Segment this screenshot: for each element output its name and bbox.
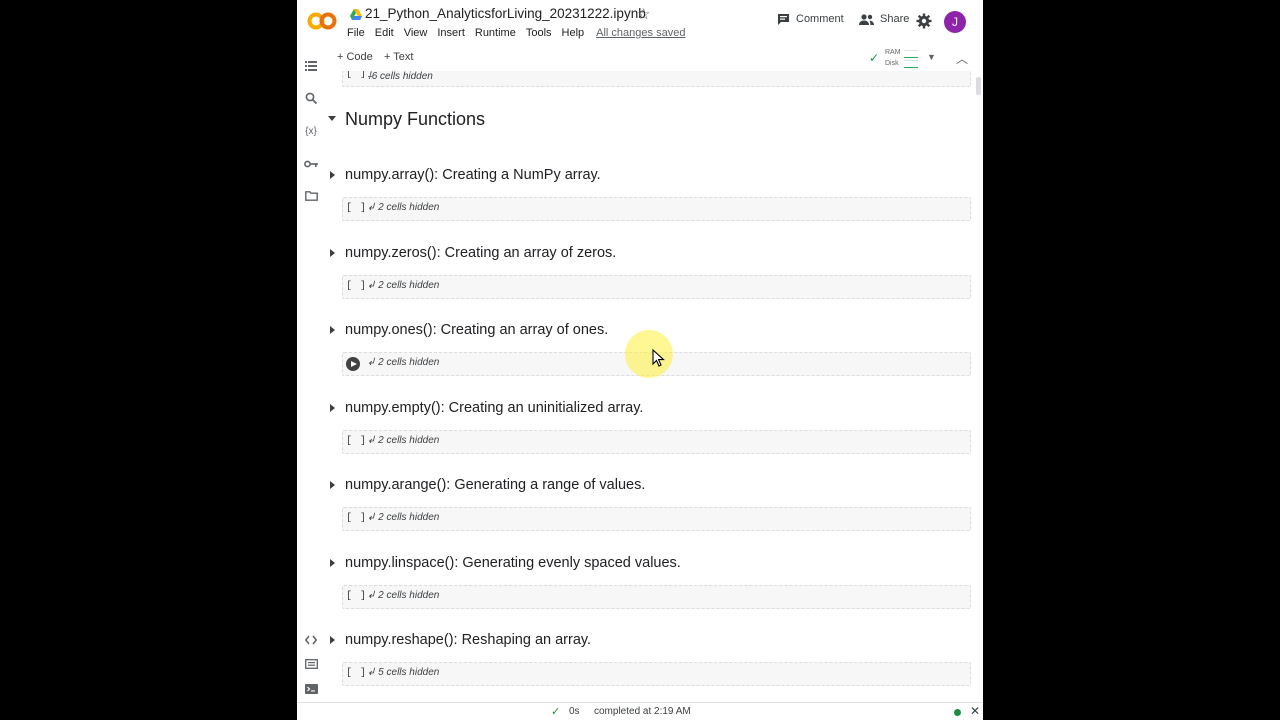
scrollbar-thumb[interactable] bbox=[976, 77, 981, 95]
menu-runtime[interactable]: Runtime bbox=[475, 27, 516, 39]
expand-section-icon[interactable] bbox=[330, 404, 335, 412]
section-heading: numpy.arange(): Generating a range of va… bbox=[345, 477, 646, 493]
hidden-cells-row[interactable]: [ ] ↲ 2 cells hidden bbox=[342, 275, 971, 299]
expand-section-icon[interactable] bbox=[330, 326, 335, 334]
hidden-cells-row[interactable]: [ ] ↲ 2 cells hidden bbox=[342, 197, 971, 221]
expand-section-icon[interactable] bbox=[330, 249, 335, 257]
cell-bracket: [ ] bbox=[346, 71, 368, 80]
cell-bracket: [ ] bbox=[346, 668, 368, 679]
hidden-cells-row[interactable]: [ ] ⸸6 cells hidden bbox=[342, 71, 971, 87]
star-icon[interactable]: ☆ bbox=[637, 5, 650, 23]
collapse-header-icon[interactable]: ︿ bbox=[956, 50, 968, 67]
save-status-link[interactable]: All changes saved bbox=[596, 27, 685, 39]
status-bar: ✓ 0s completed at 2:19 AM ✕ bbox=[297, 702, 983, 720]
comment-icon bbox=[778, 14, 789, 25]
completed-time[interactable]: completed at 2:19 AM bbox=[594, 706, 691, 717]
collapse-section-icon[interactable] bbox=[328, 116, 336, 121]
hidden-cells-label: ↲ 2 cells hidden bbox=[367, 202, 440, 213]
menu-edit[interactable]: Edit bbox=[375, 27, 394, 39]
hidden-cells-row[interactable]: [ ] ↲ 2 cells hidden bbox=[342, 430, 971, 454]
table-of-contents-icon[interactable] bbox=[303, 58, 319, 74]
runtime-dropdown-icon[interactable]: ▼ bbox=[927, 52, 936, 62]
cell-bracket: [ ] bbox=[346, 203, 368, 214]
section-heading: numpy.array(): Creating a NumPy array. bbox=[345, 167, 601, 183]
menu-file[interactable]: File bbox=[347, 27, 365, 39]
menu-tools[interactable]: Tools bbox=[526, 27, 552, 39]
menu-view[interactable]: View bbox=[404, 27, 428, 39]
expand-section-icon[interactable] bbox=[330, 636, 335, 644]
command-palette-icon[interactable] bbox=[303, 656, 319, 672]
cell-bracket: [ ] bbox=[346, 591, 368, 602]
section-heading: Numpy Functions bbox=[345, 109, 486, 129]
section-heading: numpy.reshape(): Reshaping an array. bbox=[345, 632, 592, 648]
connected-check-icon: ✓ bbox=[869, 51, 880, 65]
header: 21_Python_AnalyticsforLiving_20231222.ip… bbox=[297, 0, 983, 46]
disk-meter bbox=[904, 60, 918, 68]
hidden-cells-label: ↲ 2 cells hidden bbox=[367, 512, 440, 523]
expand-section-icon[interactable] bbox=[330, 481, 335, 489]
expand-section-icon[interactable] bbox=[330, 559, 335, 567]
terminal-icon[interactable] bbox=[303, 681, 319, 697]
hidden-cells-label: ↲ 2 cells hidden bbox=[367, 435, 440, 446]
mouse-pointer-icon bbox=[652, 349, 665, 367]
hidden-cells-row[interactable]: [ ] ↲ 2 cells hidden bbox=[342, 585, 971, 609]
code-snippets-icon[interactable] bbox=[303, 632, 319, 648]
close-status-icon[interactable]: ✕ bbox=[970, 704, 980, 718]
hidden-cells-label: ↲ 5 cells hidden bbox=[367, 667, 440, 678]
cell-bracket: [ ] bbox=[346, 281, 368, 292]
search-icon[interactable] bbox=[303, 90, 319, 106]
run-cell-button[interactable] bbox=[346, 357, 360, 371]
variables-icon[interactable]: {x} bbox=[303, 123, 319, 139]
connection-status-dot bbox=[954, 709, 961, 716]
settings-gear-icon[interactable] bbox=[916, 13, 932, 29]
section-heading: numpy.linspace(): Generating evenly spac… bbox=[345, 555, 681, 571]
ram-disk-indicator[interactable]: ✓ RAM Disk bbox=[869, 48, 925, 68]
execution-duration: 0s bbox=[569, 706, 580, 717]
hidden-cells-label: ⸸6 cells hidden bbox=[367, 71, 433, 82]
notebook-toolbar: + Code + Text ✓ RAM Disk ▼ ︿ bbox=[297, 46, 983, 72]
execution-check-icon: ✓ bbox=[551, 706, 561, 718]
share-button[interactable]: Share bbox=[859, 13, 909, 25]
notebook-content: [ ] ⸸6 cells hidden Numpy Functions nump… bbox=[325, 71, 975, 706]
notebook-title[interactable]: 21_Python_AnalyticsforLiving_20231222.ip… bbox=[365, 6, 646, 21]
hidden-cells-label: ↲ 2 cells hidden bbox=[367, 590, 440, 601]
cell-bracket: [ ] bbox=[346, 436, 368, 447]
left-sidebar: {x} bbox=[297, 46, 325, 706]
share-people-icon bbox=[859, 13, 874, 25]
ram-label: RAM bbox=[885, 49, 901, 56]
hidden-cells-row[interactable]: [ ] ↲ 5 cells hidden bbox=[342, 662, 971, 686]
add-text-button[interactable]: + Text bbox=[384, 51, 413, 63]
section-heading: numpy.empty(): Creating an uninitialized… bbox=[345, 400, 644, 416]
files-folder-icon[interactable] bbox=[303, 188, 319, 204]
menu-insert[interactable]: Insert bbox=[437, 27, 465, 39]
hidden-cells-row[interactable]: [ ] ↲ 2 cells hidden bbox=[342, 507, 971, 531]
drive-icon bbox=[350, 9, 362, 20]
hidden-cells-label: ↲ 2 cells hidden bbox=[367, 357, 440, 368]
disk-label: Disk bbox=[885, 60, 899, 67]
notebook-scrollbar[interactable] bbox=[975, 71, 983, 706]
comment-label: Comment bbox=[796, 13, 844, 25]
add-code-button[interactable]: + Code bbox=[337, 51, 373, 63]
secrets-key-icon[interactable] bbox=[303, 156, 319, 172]
expand-section-icon[interactable] bbox=[330, 171, 335, 179]
colab-logo[interactable] bbox=[307, 9, 337, 33]
cell-bracket: [ ] bbox=[346, 513, 368, 524]
section-heading: numpy.zeros(): Creating an array of zero… bbox=[345, 245, 617, 261]
comment-button[interactable]: Comment bbox=[777, 13, 844, 25]
ram-meter bbox=[904, 50, 918, 58]
section-heading: numpy.ones(): Creating an array of ones. bbox=[345, 322, 609, 338]
share-label: Share bbox=[880, 13, 910, 25]
user-avatar[interactable]: J bbox=[944, 11, 966, 33]
menu-bar: File Edit View Insert Runtime Tools Help… bbox=[347, 27, 695, 39]
hidden-cells-label: ↲ 2 cells hidden bbox=[367, 280, 440, 291]
menu-help[interactable]: Help bbox=[562, 27, 585, 39]
